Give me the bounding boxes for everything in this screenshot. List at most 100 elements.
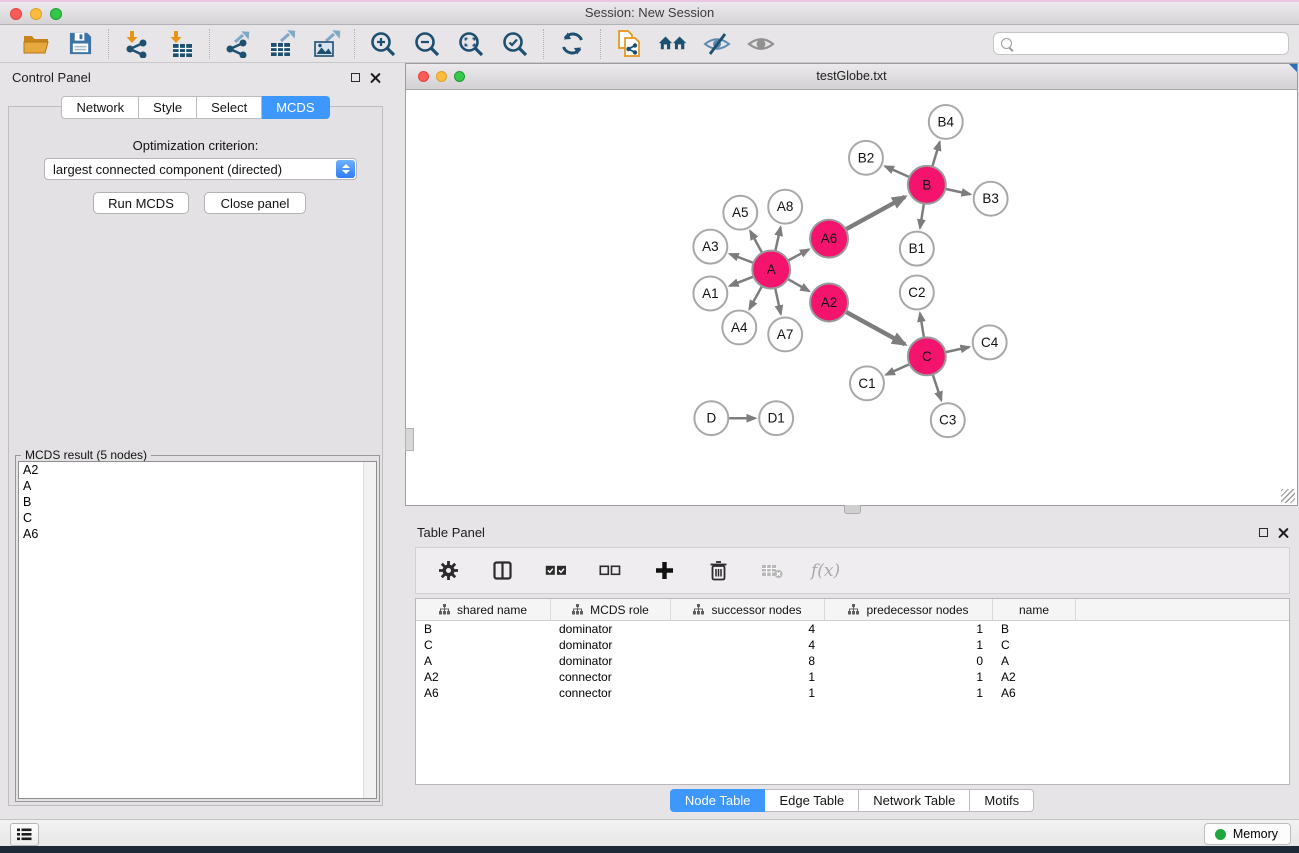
- open-session-button[interactable]: [21, 29, 51, 59]
- zoom-in-button[interactable]: [368, 29, 398, 59]
- cell-name[interactable]: C: [993, 638, 1076, 652]
- resize-grip[interactable]: [1281, 489, 1295, 503]
- column-header-shared-name[interactable]: shared name: [416, 599, 551, 620]
- edge-B-B3[interactable]: [945, 189, 970, 194]
- table-settings-button[interactable]: [433, 556, 463, 586]
- cell-mcds-role[interactable]: dominator: [551, 638, 671, 652]
- network-window-titlebar[interactable]: testGlobe.txt: [406, 64, 1297, 90]
- edge-C-C2[interactable]: [920, 313, 924, 337]
- tab-node-table[interactable]: Node Table: [670, 789, 766, 812]
- cell-mcds-role[interactable]: connector: [551, 670, 671, 684]
- cell-mcds-role[interactable]: dominator: [551, 622, 671, 636]
- cell-shared-name[interactable]: A: [416, 654, 551, 668]
- edge-C-C4[interactable]: [945, 347, 969, 352]
- column-header-name[interactable]: name: [993, 599, 1076, 620]
- table-row[interactable]: Adominator80A: [416, 653, 1289, 669]
- refresh-view-button[interactable]: [557, 29, 587, 59]
- column-browser-button[interactable]: [487, 556, 517, 586]
- save-session-button[interactable]: [65, 29, 95, 59]
- close-panel-icon[interactable]: [1278, 527, 1289, 538]
- network-graph[interactable]: B4B2BB3A5A8A6A3B1AA1C2A2A4A7C4CC1C3DD1: [406, 90, 1297, 505]
- cell-predecessor-nodes[interactable]: 1: [825, 622, 993, 636]
- table-row[interactable]: A6connector11A6: [416, 685, 1289, 701]
- edge-A-A7[interactable]: [775, 288, 781, 314]
- network-close-button[interactable]: [418, 71, 429, 82]
- select-all-columns-button[interactable]: [541, 556, 571, 586]
- show-hidden-button[interactable]: [746, 29, 776, 59]
- float-panel-icon[interactable]: [1259, 528, 1268, 537]
- column-header-predecessor-nodes[interactable]: predecessor nodes: [825, 599, 993, 620]
- close-window-button[interactable]: [10, 8, 22, 20]
- cell-predecessor-nodes[interactable]: 0: [825, 654, 993, 668]
- column-header-successor-nodes[interactable]: successor nodes: [671, 599, 825, 620]
- node-A5[interactable]: A5: [723, 196, 757, 230]
- add-column-button[interactable]: [649, 556, 679, 586]
- cell-shared-name[interactable]: B: [416, 622, 551, 636]
- export-image-button[interactable]: [311, 29, 341, 59]
- node-A2[interactable]: A2: [810, 284, 848, 322]
- result-item[interactable]: B: [19, 494, 376, 510]
- node-B4[interactable]: B4: [929, 105, 963, 139]
- edge-A-A1[interactable]: [730, 277, 754, 286]
- edge-A-A6[interactable]: [788, 249, 809, 260]
- search-field[interactable]: [993, 32, 1289, 55]
- edge-A-A8[interactable]: [775, 227, 780, 251]
- edge-C-C3[interactable]: [933, 374, 942, 400]
- zoom-out-button[interactable]: [412, 29, 442, 59]
- criterion-dropdown[interactable]: largest connected component (directed): [44, 158, 357, 180]
- minimize-window-button[interactable]: [30, 8, 42, 20]
- result-item[interactable]: A2: [19, 462, 376, 478]
- cell-successor-nodes[interactable]: 1: [671, 686, 825, 700]
- cell-predecessor-nodes[interactable]: 1: [825, 686, 993, 700]
- close-panel-button[interactable]: Close panel: [204, 192, 306, 214]
- tab-network[interactable]: Network: [61, 96, 139, 119]
- float-panel-icon[interactable]: [351, 73, 360, 82]
- table-row[interactable]: A2connector11A2: [416, 669, 1289, 685]
- cell-shared-name[interactable]: C: [416, 638, 551, 652]
- cell-name[interactable]: A2: [993, 670, 1076, 684]
- cell-predecessor-nodes[interactable]: 1: [825, 670, 993, 684]
- unselect-all-columns-button[interactable]: [595, 556, 625, 586]
- table-row[interactable]: Bdominator41B: [416, 621, 1289, 637]
- node-C2[interactable]: C2: [900, 276, 934, 310]
- show-network-overview-button[interactable]: [658, 29, 688, 59]
- memory-button[interactable]: Memory: [1204, 823, 1291, 845]
- edge-B-B1[interactable]: [920, 204, 924, 228]
- cell-mcds-role[interactable]: connector: [551, 686, 671, 700]
- cell-name[interactable]: A6: [993, 686, 1076, 700]
- splitter-handle-bottom[interactable]: [844, 505, 861, 514]
- new-network-from-selection-button[interactable]: [614, 29, 644, 59]
- node-A4[interactable]: A4: [722, 310, 756, 344]
- edge-A-A2[interactable]: [788, 279, 809, 291]
- result-scrollbar[interactable]: [363, 462, 376, 798]
- close-panel-icon[interactable]: [370, 72, 381, 83]
- network-zoom-button[interactable]: [454, 71, 465, 82]
- edge-C-C1[interactable]: [886, 364, 909, 375]
- edge-A2-C[interactable]: [846, 312, 905, 345]
- tab-motifs[interactable]: Motifs: [970, 789, 1034, 812]
- export-network-button[interactable]: [223, 29, 253, 59]
- tab-network-table[interactable]: Network Table: [859, 789, 970, 812]
- result-item[interactable]: A: [19, 478, 376, 494]
- delete-column-button[interactable]: [703, 556, 733, 586]
- node-C1[interactable]: C1: [850, 366, 884, 400]
- tab-mcds[interactable]: MCDS: [262, 96, 329, 119]
- cell-name[interactable]: A: [993, 654, 1076, 668]
- edge-B-B2[interactable]: [885, 166, 909, 177]
- edge-A-A5[interactable]: [750, 231, 762, 253]
- zoom-selected-button[interactable]: [500, 29, 530, 59]
- edge-A-A3[interactable]: [730, 254, 754, 263]
- node-A1[interactable]: A1: [693, 277, 727, 311]
- node-A3[interactable]: A3: [693, 230, 727, 264]
- table-row[interactable]: Cdominator41C: [416, 637, 1289, 653]
- result-item[interactable]: C: [19, 510, 376, 526]
- cell-successor-nodes[interactable]: 8: [671, 654, 825, 668]
- node-B1[interactable]: B1: [900, 232, 934, 266]
- cell-mcds-role[interactable]: dominator: [551, 654, 671, 668]
- cell-name[interactable]: B: [993, 622, 1076, 636]
- run-mcds-button[interactable]: Run MCDS: [93, 192, 189, 214]
- splitter-handle-left[interactable]: [405, 428, 414, 451]
- import-network-button[interactable]: [122, 29, 152, 59]
- network-canvas[interactable]: B4B2BB3A5A8A6A3B1AA1C2A2A4A7C4CC1C3DD1: [406, 90, 1297, 505]
- hide-selected-button[interactable]: [702, 29, 732, 59]
